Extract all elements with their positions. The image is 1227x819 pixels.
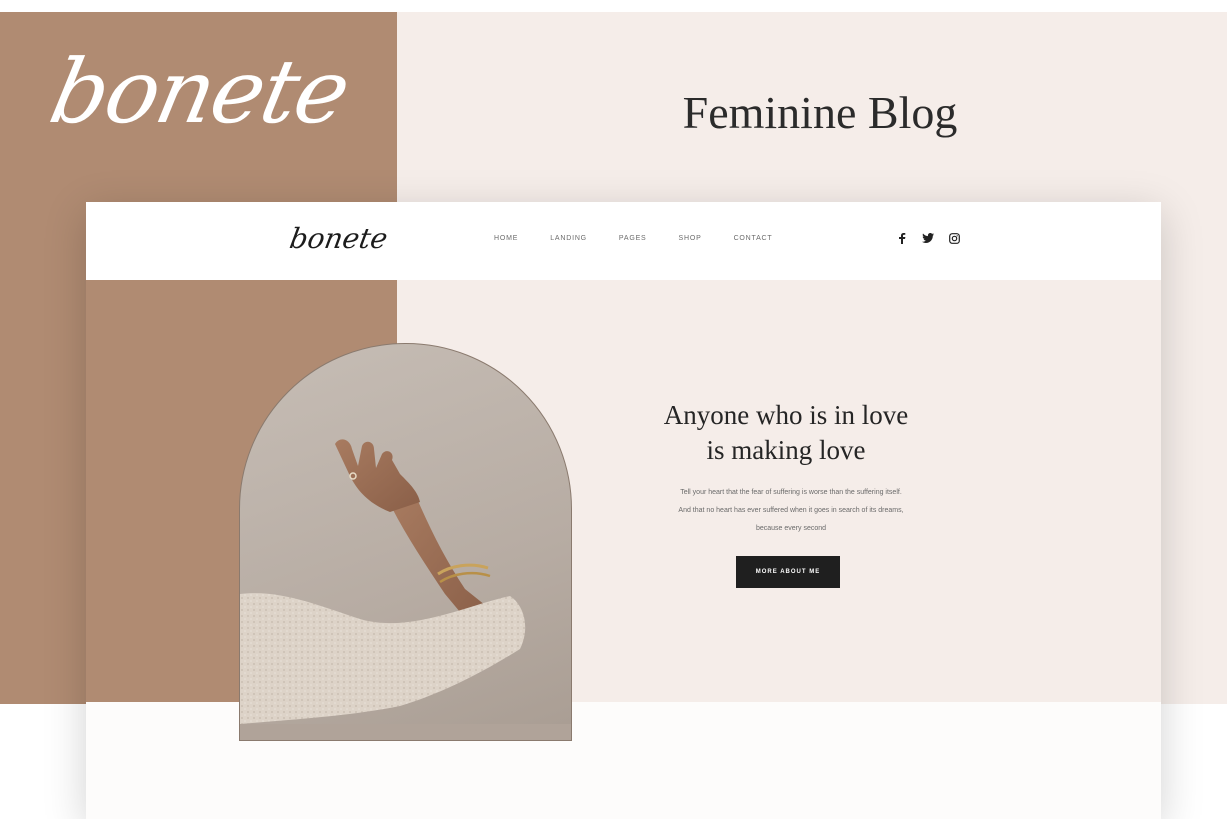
- more-about-me-button[interactable]: MORE ABOUT ME: [736, 556, 840, 588]
- promo-logo: bonete: [41, 40, 358, 143]
- nav-item-contact[interactable]: CONTACT: [734, 235, 773, 242]
- promo-title: Feminine Blog: [682, 87, 958, 138]
- hero-text-line1: Tell your heart that the fear of sufferi…: [680, 489, 902, 496]
- website-mockup: bonete HOME LANDING PAGES SHOP CONTACT A…: [86, 202, 1161, 819]
- nav-item-home[interactable]: HOME: [494, 235, 518, 242]
- facebook-icon[interactable]: [896, 232, 908, 244]
- hero-heading-line1: Anyone who is in love: [663, 400, 909, 430]
- hero-text: Tell your heart that the fear of sufferi…: [631, 484, 951, 538]
- nav-item-shop[interactable]: SHOP: [679, 235, 702, 242]
- nav-item-landing[interactable]: LANDING: [550, 235, 587, 242]
- hero-arch-image: [239, 343, 572, 741]
- instagram-icon[interactable]: [948, 232, 960, 244]
- hero-heading: Anyone who is in love is making love: [606, 398, 966, 468]
- nav-item-pages[interactable]: PAGES: [619, 235, 647, 242]
- social-links: [896, 232, 960, 244]
- hero-heading-line2: is making love: [706, 435, 866, 465]
- hero-text-line2: And that no heart has ever suffered when…: [678, 507, 904, 514]
- top-strip: [0, 0, 1227, 12]
- hero-text-line3: because every second: [755, 525, 827, 532]
- site-header: bonete HOME LANDING PAGES SHOP CONTACT: [86, 202, 1161, 280]
- twitter-icon[interactable]: [922, 232, 934, 244]
- main-nav: HOME LANDING PAGES SHOP CONTACT: [494, 235, 805, 242]
- site-logo[interactable]: bonete: [287, 222, 390, 255]
